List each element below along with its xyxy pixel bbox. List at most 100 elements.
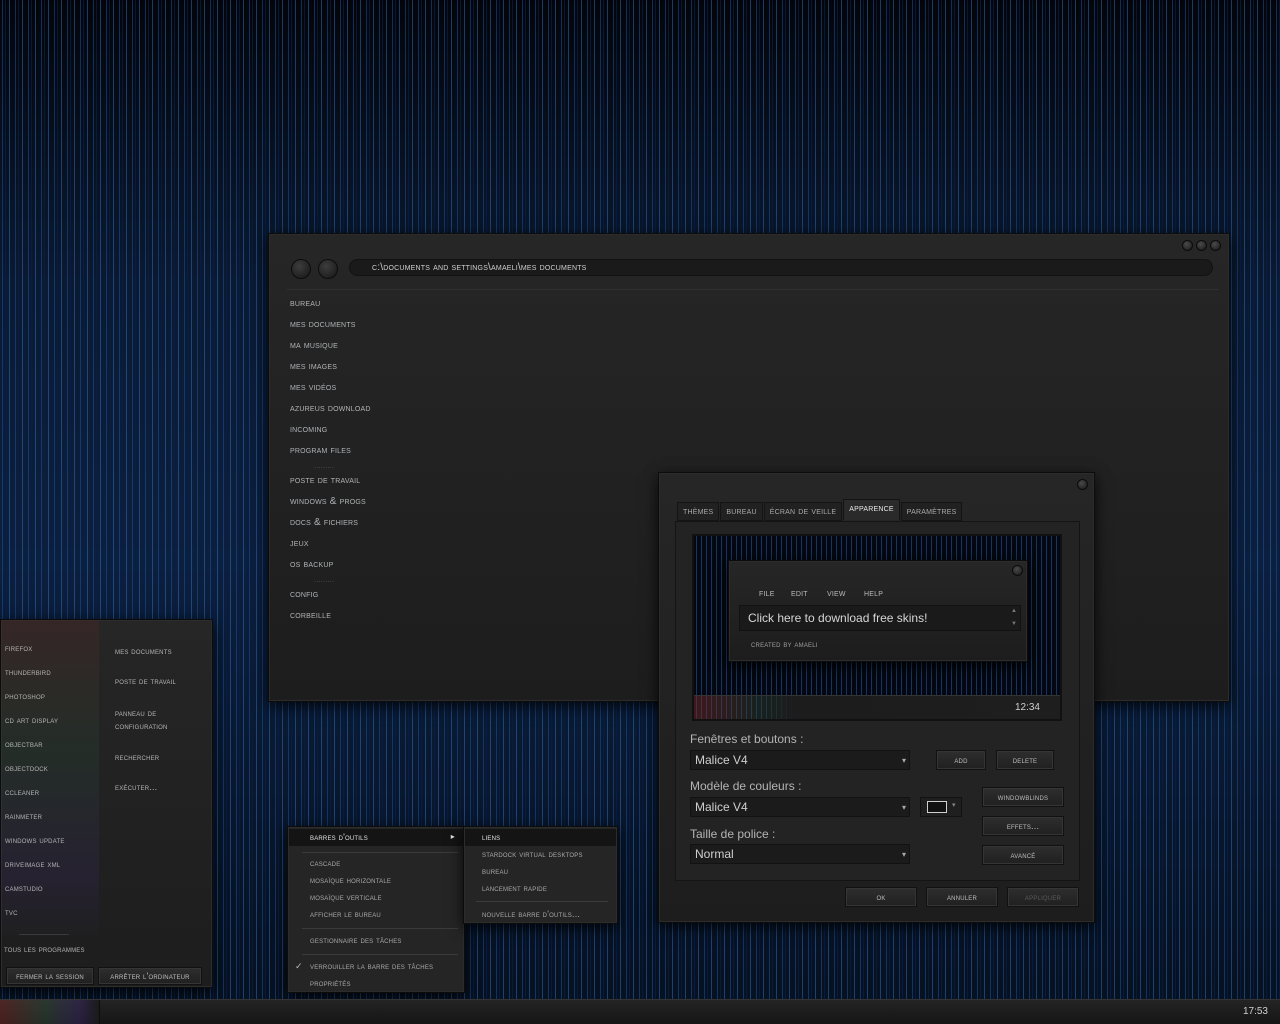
preview-menu-file: File xyxy=(759,588,775,599)
nav-item-mes-videos[interactable]: Mes vidéos xyxy=(290,380,420,401)
nav-item-mes-images[interactable]: Mes images xyxy=(290,359,420,380)
nav-list: Bureau Mes documents Ma musique Mes imag… xyxy=(290,296,420,629)
cancel-button[interactable]: Annuler xyxy=(926,887,998,907)
nav-item-corbeille[interactable]: Corbeille xyxy=(290,608,420,629)
program-camstudio[interactable]: CamStudio xyxy=(5,883,43,893)
ok-button[interactable]: OK xyxy=(845,887,917,907)
color-swatch xyxy=(927,801,947,813)
nav-item-jeux[interactable]: Jeux xyxy=(290,536,420,557)
menu-item-lock-taskbar[interactable]: Verrouiller la Barre des tâches xyxy=(310,961,433,971)
tab-ecran-de-veille[interactable]: Écran de veille xyxy=(763,502,843,521)
nav-item-config[interactable]: Config xyxy=(290,587,420,608)
appearance-tab-panel: File Edit View Help Click here to downlo… xyxy=(675,521,1080,881)
font-size-select[interactable]: Normal ▾ xyxy=(690,844,910,864)
color-scheme-label: Modèle de couleurs : xyxy=(690,779,802,793)
place-panneau-line1[interactable]: Panneau de xyxy=(115,707,156,720)
program-rainmeter[interactable]: Rainmeter xyxy=(5,811,42,821)
submenu-item-new-toolbar[interactable]: Nouvelle barre d'outils... xyxy=(482,909,580,919)
program-cd-art-display[interactable]: CD Art Display xyxy=(5,715,58,725)
place-poste-de-travail[interactable]: Poste de travail xyxy=(115,675,176,688)
nav-item-windows-progs[interactable]: Windows & Progs xyxy=(290,494,420,515)
windows-buttons-label: Fenêtres et boutons : xyxy=(690,732,804,746)
start-button[interactable] xyxy=(0,1000,100,1024)
apply-button[interactable]: Appliquer xyxy=(1007,887,1079,907)
menu-item-tile-vertical[interactable]: Mosaïque verticale xyxy=(310,892,382,902)
back-button[interactable] xyxy=(291,259,311,279)
nav-item-incoming[interactable]: Incoming xyxy=(290,422,420,443)
menu-item-task-manager[interactable]: Gestionnaire des tâches xyxy=(310,935,402,945)
nav-item-poste-de-travail[interactable]: Poste de travail xyxy=(290,473,420,494)
program-objectbar[interactable]: ObjectBar xyxy=(5,739,43,749)
chevron-down-icon: ▾ xyxy=(901,756,906,765)
maximize-icon[interactable] xyxy=(1196,240,1207,251)
delete-button[interactable]: Delete xyxy=(996,750,1054,770)
logoff-button[interactable]: Fermer la session xyxy=(6,967,94,985)
windowblinds-button[interactable]: WindowBlinds xyxy=(982,787,1064,807)
nav-item-docs-fichiers[interactable]: Docs & Fichiers xyxy=(290,515,420,536)
nav-item-azureus[interactable]: Azureus Download xyxy=(290,401,420,422)
chevron-down-icon: ▾ xyxy=(952,802,956,809)
program-windows-update[interactable]: Windows Update xyxy=(5,835,65,845)
program-ccleaner[interactable]: CCleaner xyxy=(5,787,39,797)
color-scheme-select[interactable]: Malice V4 ▾ xyxy=(690,797,910,817)
tab-themes[interactable]: Thèmes xyxy=(677,502,720,521)
all-programs-button[interactable]: Tous les programmes xyxy=(4,944,85,954)
menu-item-toolbars[interactable]: Barres d'outils ▸ xyxy=(289,829,463,846)
nav-item-os-backup[interactable]: OS Backup xyxy=(290,557,420,578)
submenu-item-stardock[interactable]: Stardock Virtual Desktops xyxy=(482,849,583,859)
program-tvc[interactable]: tvc xyxy=(5,907,18,917)
tab-parametres[interactable]: Paramètres xyxy=(900,502,963,521)
program-driveimage-xml[interactable]: DriveImage XML xyxy=(5,859,60,869)
nav-item-bureau[interactable]: Bureau xyxy=(290,296,420,317)
preview-window: File Edit View Help Click here to downlo… xyxy=(728,560,1028,662)
program-firefox[interactable]: Firefox xyxy=(5,643,32,653)
toolbars-submenu: Liens Stardock Virtual Desktops Bureau L… xyxy=(463,826,618,924)
submenu-item-liens[interactable]: Liens xyxy=(465,829,616,846)
close-icon xyxy=(1012,565,1023,576)
tab-bureau[interactable]: Bureau xyxy=(720,502,763,521)
menu-item-show-desktop[interactable]: Afficher le Bureau xyxy=(310,909,381,919)
preview-menu-view: View xyxy=(827,588,846,599)
nav-item-ma-musique[interactable]: Ma musique xyxy=(290,338,420,359)
windows-buttons-value: Malice V4 xyxy=(695,753,748,767)
menu-separator xyxy=(302,852,458,853)
minimize-icon[interactable] xyxy=(1182,240,1193,251)
add-button[interactable]: Add xyxy=(936,750,986,770)
close-icon[interactable] xyxy=(1077,479,1088,490)
tab-bar: Thèmes Bureau Écran de veille Apparence … xyxy=(677,499,963,521)
font-size-value: Normal xyxy=(695,847,734,861)
submenu-item-bureau[interactable]: Bureau xyxy=(482,866,508,876)
submenu-item-quick-launch[interactable]: Lancement rapide xyxy=(482,883,547,893)
font-size-label: Taille de police : xyxy=(690,827,776,841)
preview-text: Click here to download free skins! xyxy=(748,611,928,625)
tab-apparence[interactable]: Apparence xyxy=(843,499,900,520)
menu-item-properties[interactable]: Propriétés xyxy=(310,978,351,988)
divider xyxy=(287,289,1219,290)
divider xyxy=(19,934,69,935)
address-bar[interactable]: C:\Documents and Settings\Amaeli\Mes doc… xyxy=(349,259,1213,276)
color-scheme-value: Malice V4 xyxy=(695,800,748,814)
program-objectdock[interactable]: ObjectDock xyxy=(5,763,48,773)
shutdown-button[interactable]: Arrêter l'ordinateur xyxy=(98,967,202,985)
close-icon[interactable] xyxy=(1210,240,1221,251)
program-photoshop[interactable]: Photoshop xyxy=(5,691,45,701)
menu-separator xyxy=(302,954,458,955)
menu-item-tile-horizontal[interactable]: Mosaïque horizontale xyxy=(310,875,391,885)
start-menu: Firefox Thunderbird Photoshop CD Art Dis… xyxy=(0,619,213,988)
place-panneau-line2[interactable]: configuration xyxy=(115,720,168,733)
tray-clock[interactable]: 17:53 xyxy=(1243,1006,1268,1017)
windows-buttons-select[interactable]: Malice V4 ▾ xyxy=(690,750,910,770)
color-picker-button[interactable]: ▾ xyxy=(920,797,962,817)
effects-button[interactable]: Effets... xyxy=(982,816,1064,836)
nav-item-program-files[interactable]: Program Files xyxy=(290,443,420,464)
advanced-button[interactable]: Avancé xyxy=(982,845,1064,865)
nav-item-mes-documents[interactable]: Mes documents xyxy=(290,317,420,338)
forward-button[interactable] xyxy=(318,259,338,279)
menu-item-cascade[interactable]: Cascade xyxy=(310,858,340,868)
place-executer[interactable]: Exécuter... xyxy=(115,781,157,794)
preview-clock: 12:34 xyxy=(1014,702,1040,713)
place-rechercher[interactable]: Rechercher xyxy=(115,751,159,764)
place-mes-documents[interactable]: Mes documents xyxy=(115,645,172,658)
program-thunderbird[interactable]: Thunderbird xyxy=(5,667,51,677)
nav-separator: ......... xyxy=(314,575,335,584)
